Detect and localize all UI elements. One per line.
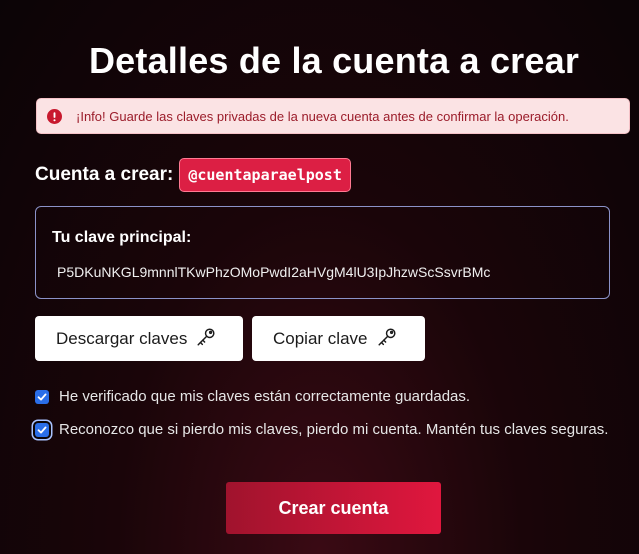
page-title: Detalles de la cuenta a crear: [88, 40, 580, 81]
account-name-badge: @cuentaparaelpost: [179, 158, 351, 192]
verified-keys-checkbox[interactable]: [35, 389, 49, 404]
download-keys-label: Descargar claves: [56, 328, 188, 348]
account-row: Cuenta a crear: @cuentaparaelpost: [35, 158, 351, 192]
account-label: Cuenta a crear:: [35, 164, 174, 185]
download-keys-button[interactable]: Descargar claves: [35, 316, 243, 361]
checkmark-icon: [37, 393, 47, 400]
main-key-box: Tu clave principal: P5DKuNKGL9mnnlTKwPhz…: [35, 206, 610, 299]
main-key-value: P5DKuNKGL9mnnlTKwPhzOMoPwdI2aHVgM4lU3IpJ…: [57, 264, 491, 280]
key-icon: [197, 327, 215, 346]
copy-key-button[interactable]: Copiar clave: [252, 316, 425, 361]
verified-keys-label: He verificado que mis claves están corre…: [59, 388, 471, 405]
create-account-button[interactable]: Crear cuenta: [226, 482, 441, 534]
main-key-label: Tu clave principal:: [52, 229, 192, 246]
lose-keys-check-row[interactable]: Reconozco que si pierdo mis claves, pier…: [35, 421, 608, 438]
key-icon: [377, 327, 396, 346]
lose-keys-checkbox[interactable]: [35, 422, 49, 437]
info-alert: ¡Info! Guarde las claves privadas de la …: [36, 98, 630, 134]
copy-key-label: Copiar clave: [273, 328, 368, 348]
alert-text: ¡Info! Guarde las claves privadas de la …: [76, 108, 569, 124]
exclamation-circle-icon: [47, 108, 62, 124]
lose-keys-label: Reconozco que si pierdo mis claves, pier…: [59, 421, 609, 438]
checkmark-icon: [37, 426, 47, 433]
verified-keys-check-row[interactable]: He verificado que mis claves están corre…: [35, 388, 470, 405]
